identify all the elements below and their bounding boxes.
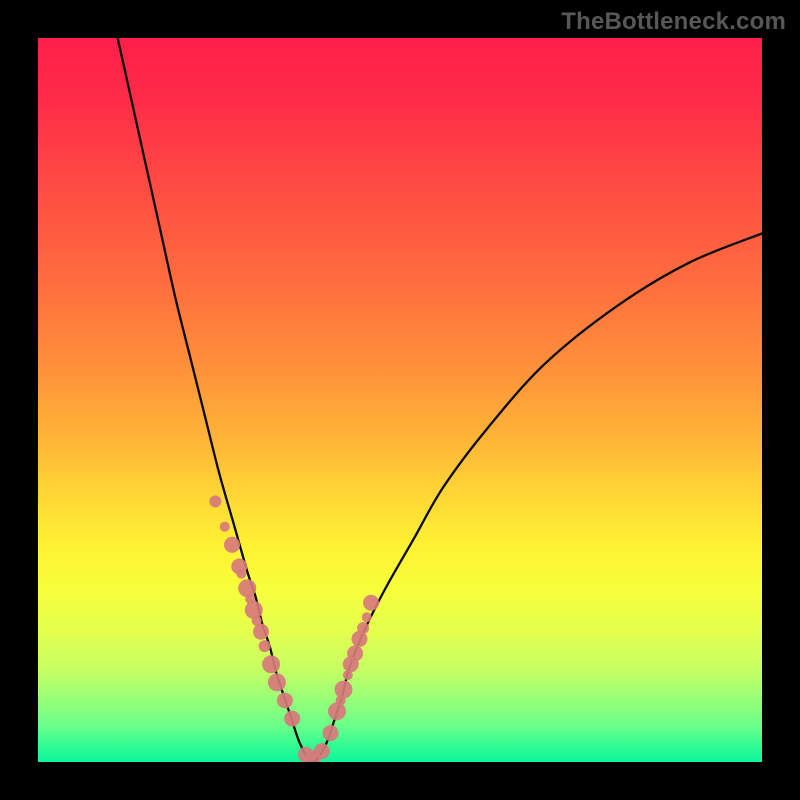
marker-point xyxy=(238,579,256,597)
marker-cluster xyxy=(209,495,379,762)
marker-point xyxy=(277,692,293,708)
marker-point xyxy=(323,725,339,741)
plot-area xyxy=(38,38,762,762)
marker-point xyxy=(236,569,246,579)
curve-overlay xyxy=(38,38,762,762)
chart-stage: TheBottleneck.com xyxy=(0,0,800,800)
marker-point xyxy=(209,495,221,507)
marker-point xyxy=(262,655,280,673)
marker-point xyxy=(314,743,330,759)
bottleneck-curve xyxy=(118,38,762,762)
marker-point xyxy=(268,673,286,691)
marker-point xyxy=(362,612,372,622)
marker-point xyxy=(363,595,379,611)
marker-point xyxy=(224,537,240,553)
watermark-text: TheBottleneck.com xyxy=(561,8,786,36)
marker-point xyxy=(357,622,369,634)
marker-point xyxy=(253,624,269,640)
marker-point xyxy=(328,702,346,720)
marker-point xyxy=(220,522,230,532)
marker-point xyxy=(259,640,271,652)
marker-point xyxy=(245,601,263,619)
marker-point xyxy=(335,681,353,699)
marker-point xyxy=(284,711,300,727)
marker-point xyxy=(347,645,363,661)
